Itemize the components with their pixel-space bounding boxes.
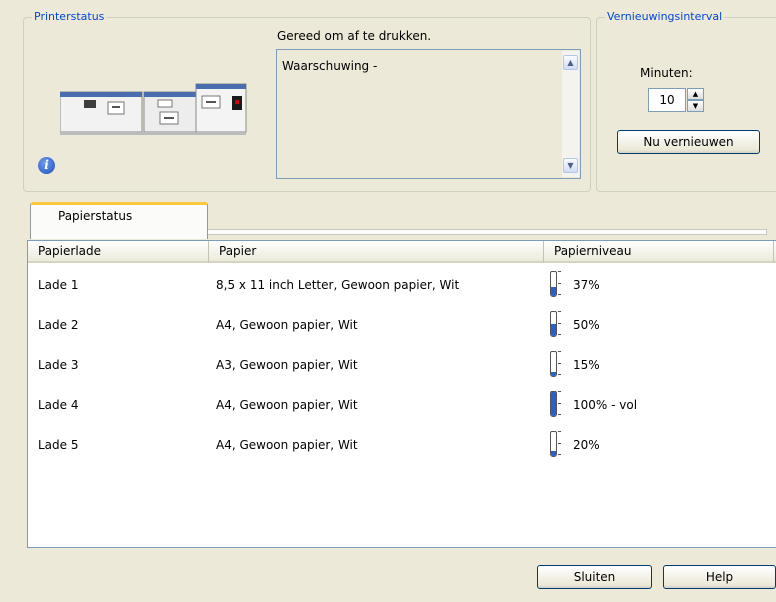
messages-text: Waarschuwing - <box>282 59 378 73</box>
tray-cell: Lade 4 <box>38 398 79 412</box>
status-text: Gereed om af te drukken. <box>277 29 432 43</box>
messages-scrollbar[interactable]: ▲ ▼ <box>562 51 579 177</box>
close-button[interactable]: Sluiten <box>537 565 652 589</box>
level-cell: 50% <box>573 318 600 332</box>
column-header-level-label: Papierniveau <box>554 244 632 258</box>
paper-cell: A4, Gewoon papier, Wit <box>216 398 358 412</box>
minutes-input[interactable]: 10 <box>648 88 686 112</box>
printer-image <box>60 83 247 135</box>
tray-cell: Lade 3 <box>38 358 79 372</box>
scroll-up-button[interactable]: ▲ <box>563 55 578 70</box>
paper-level-gauge <box>550 431 561 457</box>
paper-cell: 8,5 x 11 inch Letter, Gewoon papier, Wit <box>216 278 460 292</box>
help-button[interactable]: Help <box>663 565 776 589</box>
info-icon[interactable]: i <box>38 157 55 174</box>
paper-cell: A4, Gewoon papier, Wit <box>216 318 358 332</box>
table-row[interactable]: Lade 5 A4, Gewoon papier, Wit 20% <box>28 425 776 465</box>
tray-cell: Lade 2 <box>38 318 79 332</box>
column-header-tray[interactable]: Papierlade <box>28 241 208 263</box>
paper-level-gauge <box>550 271 561 297</box>
tray-cell: Lade 5 <box>38 438 79 452</box>
paper-level-gauge <box>550 311 561 337</box>
tray-cell: Lade 1 <box>38 278 79 292</box>
minutes-down-button[interactable]: ▼ <box>687 100 704 112</box>
scroll-down-button[interactable]: ▼ <box>563 158 578 173</box>
tab-strip-line <box>208 229 767 235</box>
table-row[interactable]: Lade 1 8,5 x 11 inch Letter, Gewoon papi… <box>28 265 776 305</box>
messages-box[interactable]: Waarschuwing - ▲ ▼ <box>276 49 581 179</box>
level-cell: 37% <box>573 278 600 292</box>
refresh-now-button[interactable]: Nu vernieuwen <box>617 130 760 154</box>
paper-cell: A3, Gewoon papier, Wit <box>216 358 358 372</box>
level-cell: 100% - vol <box>573 398 638 412</box>
table-row[interactable]: Lade 3 A3, Gewoon papier, Wit 15% <box>28 345 776 385</box>
tab-paper-status-label: Papierstatus <box>58 209 133 223</box>
printer-status-legend: Printerstatus <box>32 10 107 24</box>
column-header-tray-label: Papierlade <box>38 244 102 258</box>
table-row[interactable]: Lade 4 A4, Gewoon papier, Wit 100% - vol <box>28 385 776 425</box>
tab-paper-status[interactable]: Papierstatus <box>30 202 208 239</box>
level-cell: 20% <box>573 438 600 452</box>
paper-level-gauge <box>550 391 561 417</box>
minutes-spinner[interactable]: 10 ▲ ▼ <box>648 88 706 112</box>
paper-cell: A4, Gewoon papier, Wit <box>216 438 358 452</box>
paper-level-gauge <box>550 351 561 377</box>
column-header-level[interactable]: Papierniveau <box>543 241 774 263</box>
minutes-up-button[interactable]: ▲ <box>687 88 704 100</box>
column-header-paper-label: Papier <box>219 244 257 258</box>
table-row[interactable]: Lade 2 A4, Gewoon papier, Wit 50% <box>28 305 776 345</box>
refresh-interval-legend: Vernieuwingsinterval <box>605 10 725 24</box>
minutes-label: Minuten: <box>640 66 693 80</box>
paper-status-table[interactable]: Papierlade Papier Papierniveau Lade 1 8,… <box>27 240 776 548</box>
column-header-paper[interactable]: Papier <box>208 241 543 263</box>
level-cell: 15% <box>573 358 600 372</box>
